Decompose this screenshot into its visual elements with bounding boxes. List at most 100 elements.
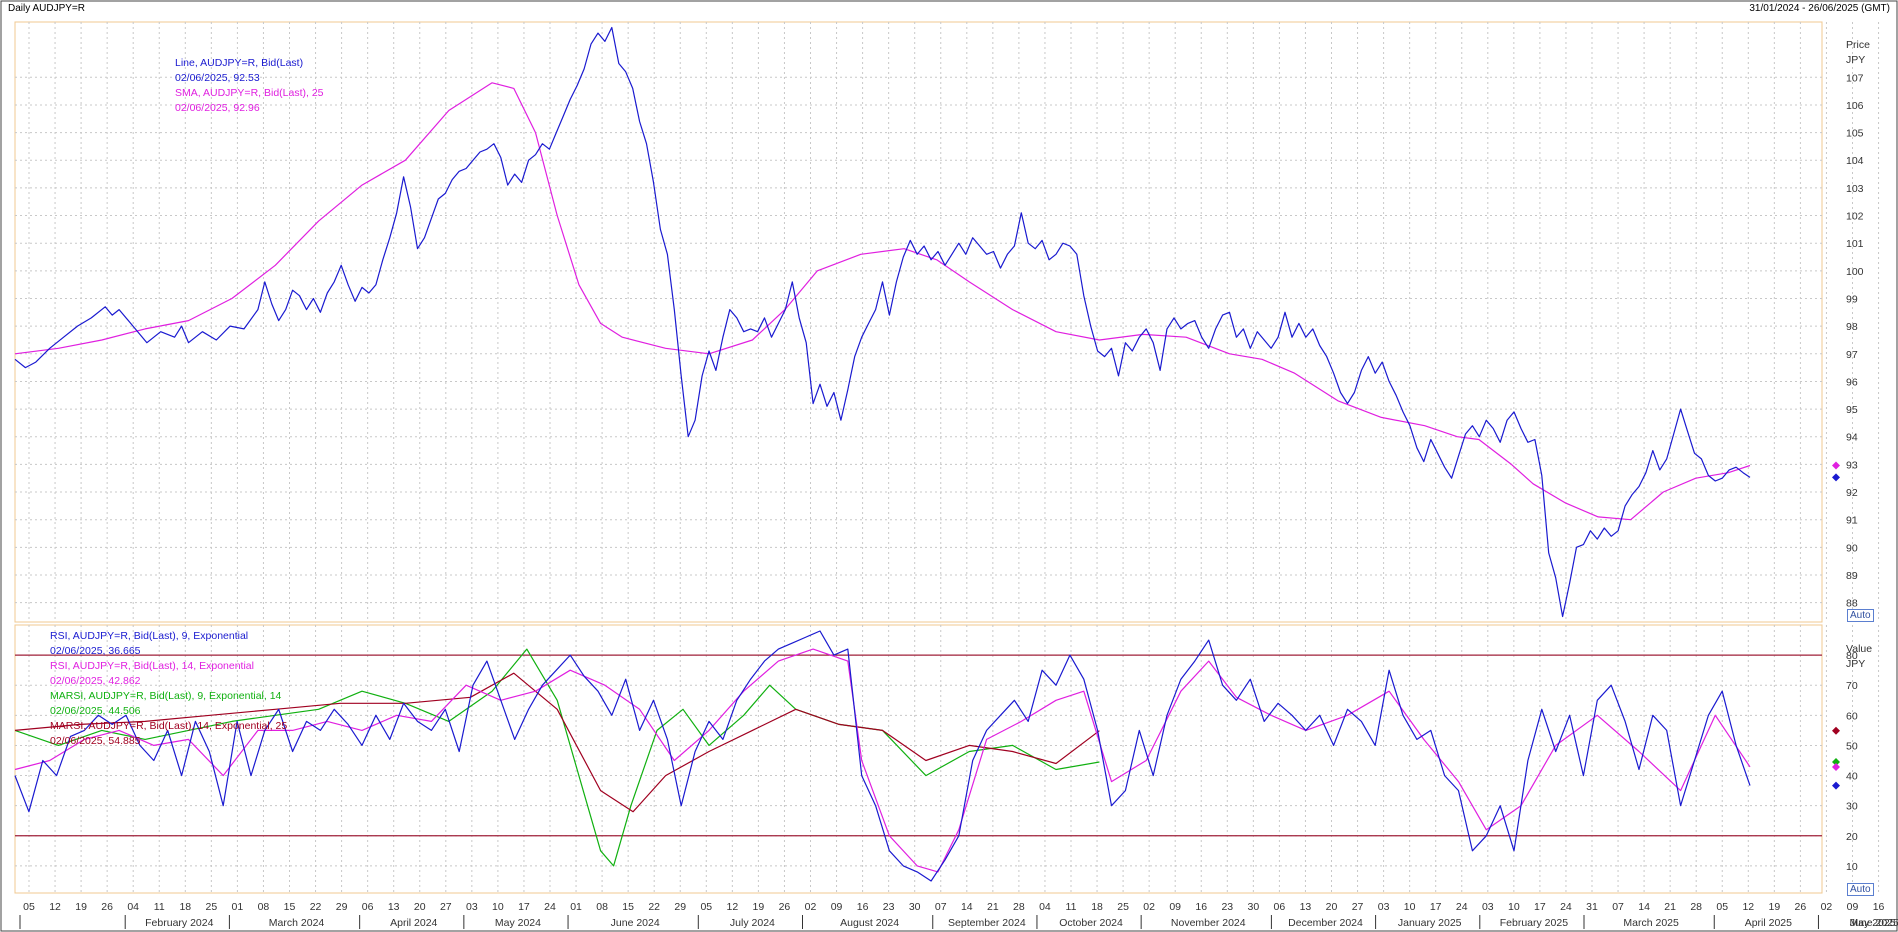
price-y-tick-label: 95 (1846, 404, 1858, 416)
indicator-y-tick-label: 70 (1846, 680, 1858, 692)
price-y-tick-label: 97 (1846, 349, 1858, 361)
price-y-tick-label: 101 (1846, 238, 1864, 250)
x-day-tick-label: 29 (674, 901, 686, 913)
price-y-tick-label: 104 (1846, 155, 1864, 167)
x-day-tick-label: 12 (49, 901, 61, 913)
x-day-tick-label: 12 (727, 901, 739, 913)
indicator-rsi9-last-value-marker-0 (1832, 781, 1840, 790)
indicator-legend-item: RSI, AUDJPY=R, Bid(Last), 9, Exponential (50, 630, 249, 642)
x-day-tick-label: 11 (154, 901, 165, 913)
x-day-tick-label: 02 (805, 901, 817, 913)
x-day-tick-label: 03 (1482, 901, 1494, 913)
x-day-tick-label: 25 (1117, 901, 1129, 913)
price-y-tick-label: 91 (1846, 515, 1858, 527)
x-day-tick-label: 19 (75, 901, 87, 913)
x-day-tick-label: 09 (1847, 901, 1859, 913)
x-day-tick-label: 13 (388, 901, 400, 913)
x-day-tick-label: 22 (648, 901, 660, 913)
x-month-label: June 2025 (1850, 917, 1898, 929)
chart-window: Daily AUDJPY=R 31/01/2024 - 26/06/2025 (… (0, 0, 1898, 932)
price-y-tick-label: 98 (1846, 321, 1858, 333)
x-day-tick-label: 26 (101, 901, 113, 913)
price-y-tick-label: 103 (1846, 183, 1864, 195)
x-day-tick-label: 18 (1091, 901, 1103, 913)
x-day-tick-label: 28 (1013, 901, 1025, 913)
x-day-tick-label: 14 (1638, 901, 1650, 913)
x-month-label: September 2024 (948, 917, 1026, 929)
x-month-label: January 2025 (1398, 917, 1462, 929)
indicator-legend-item: MARSI, AUDJPY=R, Bid(Last), 9, Exponenti… (50, 690, 282, 702)
price-sma-last-value-marker-0 (1832, 461, 1840, 470)
indicator-legend-item: 02/06/2025, 42.862 (50, 675, 141, 687)
x-day-tick-label: 19 (1769, 901, 1781, 913)
x-day-tick-label: 21 (987, 901, 999, 913)
x-day-tick-label: 16 (857, 901, 869, 913)
price-y-tick-label: 93 (1846, 459, 1858, 471)
x-month-label: February 2025 (1500, 917, 1568, 929)
x-day-tick-label: 07 (935, 901, 947, 913)
price-legend-item: SMA, AUDJPY=R, Bid(Last), 25 (175, 87, 324, 99)
x-day-tick-label: 27 (440, 901, 452, 913)
x-day-tick-label: 07 (1612, 901, 1624, 913)
indicator-y-tick-label: 50 (1846, 740, 1858, 752)
x-day-tick-label: 09 (831, 901, 843, 913)
price-line-last-value-marker-0 (1832, 473, 1840, 482)
x-day-tick-label: 20 (414, 901, 426, 913)
x-day-tick-label: 03 (466, 901, 478, 913)
indicator-legend-item: 02/06/2025, 54.885 (50, 735, 141, 747)
x-day-tick-label: 23 (1221, 901, 1233, 913)
x-day-tick-label: 02 (1821, 901, 1833, 913)
x-day-tick-label: 09 (1169, 901, 1181, 913)
indicator-legend-item: RSI, AUDJPY=R, Bid(Last), 14, Exponentia… (50, 660, 254, 672)
x-day-tick-label: 16 (1873, 901, 1885, 913)
x-month-label: March 2024 (269, 917, 325, 929)
x-day-tick-label: 30 (1248, 901, 1260, 913)
x-day-tick-label: 18 (179, 901, 191, 913)
x-day-tick-label: 22 (310, 901, 322, 913)
x-month-label: December 2024 (1288, 917, 1363, 929)
price-y-tick-label: 106 (1846, 100, 1864, 112)
x-day-tick-label: 26 (779, 901, 791, 913)
x-day-tick-label: 14 (961, 901, 973, 913)
price-y-tick-label: 96 (1846, 376, 1858, 388)
x-day-tick-label: 16 (1195, 901, 1207, 913)
x-day-tick-label: 08 (258, 901, 270, 913)
x-day-tick-label: 05 (700, 901, 712, 913)
x-day-tick-label: 27 (1352, 901, 1364, 913)
price-axis-title: Price (1846, 39, 1870, 51)
x-month-label: July 2024 (730, 917, 775, 929)
price-auto-button[interactable]: Auto (1847, 609, 1874, 622)
price-legend-item: Line, AUDJPY=R, Bid(Last) (175, 57, 304, 69)
indicator-auto-button[interactable]: Auto (1847, 883, 1874, 896)
price-y-tick-label: 88 (1846, 598, 1858, 610)
indicator-y-tick-label: 40 (1846, 771, 1858, 783)
indicator-legend: RSI, AUDJPY=R, Bid(Last), 9, Exponential… (50, 629, 287, 749)
price-y-tick-label: 107 (1846, 72, 1864, 84)
x-day-tick-label: 26 (1795, 901, 1807, 913)
price-y-tick-label: 105 (1846, 128, 1864, 140)
x-month-label: October 2024 (1059, 917, 1123, 929)
x-day-tick-label: 19 (753, 901, 765, 913)
x-day-tick-label: 13 (1300, 901, 1312, 913)
indicator-legend-item: 02/06/2025, 36.665 (50, 645, 141, 657)
price-legend-item: 02/06/2025, 92.53 (175, 72, 260, 84)
x-day-tick-label: 02 (1143, 901, 1155, 913)
price-y-tick-label: 102 (1846, 211, 1864, 223)
price-y-tick-label: 90 (1846, 542, 1858, 554)
x-day-tick-label: 31 (1586, 901, 1598, 913)
x-month-label: August 2024 (840, 917, 899, 929)
x-month-label: April 2024 (390, 917, 437, 929)
x-day-tick-label: 30 (909, 901, 921, 913)
indicator-y-tick-label: 10 (1846, 861, 1858, 873)
x-month-label: November 2024 (1171, 917, 1246, 929)
x-day-tick-label: 23 (883, 901, 895, 913)
price-y-tick-label: 100 (1846, 266, 1864, 278)
x-day-tick-label: 01 (232, 901, 244, 913)
chart-canvas[interactable]: 05 12 19 26 04 11 18 25 01 08 15 22 29 06 13 20 27 03 10 17… (0, 0, 1898, 932)
x-day-tick-label: 01 (570, 901, 582, 913)
price-y-tick-label: 89 (1846, 570, 1858, 582)
indicator-axis-title: Value (1846, 643, 1872, 655)
x-day-tick-label: 17 (1430, 901, 1442, 913)
indicator-axis-unit: JPY (1846, 658, 1865, 670)
x-day-tick-label: 15 (622, 901, 634, 913)
